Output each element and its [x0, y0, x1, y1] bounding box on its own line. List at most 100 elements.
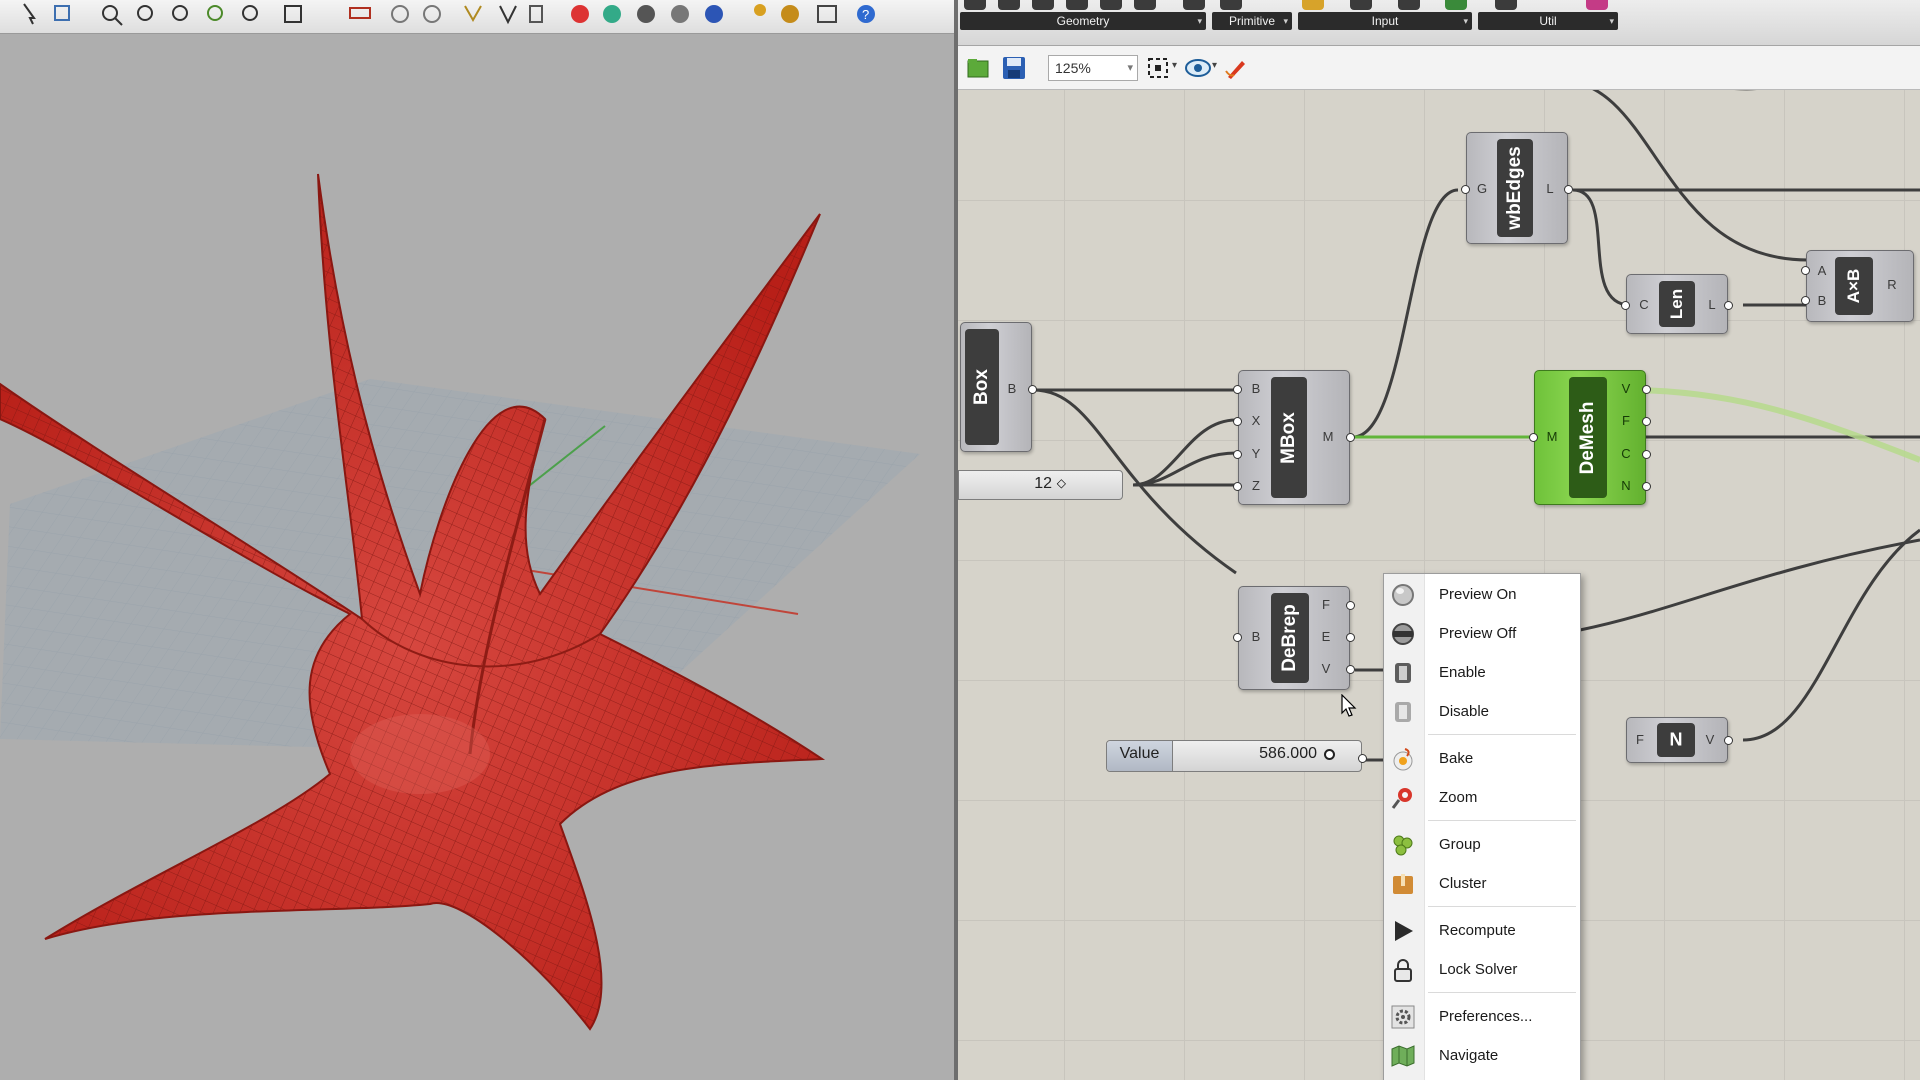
ribbon-component-icon[interactable] — [1100, 0, 1122, 10]
output-grip[interactable] — [1346, 665, 1355, 674]
multiplication-component[interactable]: A B A×B R — [1801, 250, 1914, 322]
menu-item-label: Group — [1439, 836, 1481, 853]
ribbon-tab-primitive[interactable]: Primitive ▾ — [1212, 12, 1292, 30]
input-grip[interactable] — [1801, 266, 1810, 275]
component-label: A×B — [1844, 268, 1863, 304]
input-grip[interactable] — [1233, 482, 1242, 491]
input-grip[interactable] — [1801, 296, 1810, 305]
n-component[interactable]: F N V — [1626, 717, 1733, 763]
ribbon-tab-input[interactable]: Input ▾ — [1298, 12, 1472, 30]
group-icon — [1393, 835, 1413, 856]
integer-slider[interactable]: 12 ◇ — [958, 470, 1123, 500]
port-label: E — [1321, 629, 1331, 644]
menu-item-preferences[interactable]: Preferences... — [1384, 998, 1582, 1034]
expand-icon[interactable]: ▾ — [1609, 12, 1614, 30]
port-label: R — [1887, 277, 1897, 292]
ribbon-component-icon[interactable] — [1066, 0, 1088, 10]
output-grip[interactable] — [1724, 736, 1733, 745]
component-ribbon: Geometry ▾ Primitive ▾ Input ▾ Util ▾ — [958, 0, 1920, 46]
output-grip[interactable] — [1564, 185, 1573, 194]
dropdown-arrow-icon[interactable]: ▾ — [1212, 60, 1217, 71]
save-icon[interactable] — [1000, 55, 1028, 81]
ribbon-component-icon[interactable] — [1445, 0, 1467, 10]
component-label: DeBrep — [1279, 604, 1300, 672]
ribbon-component-icon[interactable] — [1183, 0, 1205, 10]
port-label: F — [1636, 732, 1644, 747]
len-component[interactable]: C Len L — [1621, 274, 1733, 334]
menu-item-label: Preferences... — [1439, 1008, 1533, 1025]
ribbon-component-icon[interactable] — [964, 0, 986, 10]
ribbon-component-icon[interactable] — [1495, 0, 1517, 10]
cluster-icon — [1393, 874, 1413, 894]
preferences-icon — [1391, 1005, 1415, 1029]
expand-icon[interactable]: ▾ — [1197, 12, 1202, 30]
ribbon-component-icon[interactable] — [1220, 0, 1242, 10]
ribbon-tab-util[interactable]: Util ▾ — [1478, 12, 1618, 30]
input-grip[interactable] — [1233, 450, 1242, 459]
chevron-down-icon: ▾ — [1127, 62, 1133, 74]
dropdown-arrow-icon[interactable]: ▾ — [1172, 60, 1177, 71]
menu-item-navigate[interactable]: Navigate — [1384, 1037, 1582, 1073]
ribbon-component-icon[interactable] — [1586, 0, 1608, 10]
grasshopper-pane: Geometry ▾ Primitive ▾ Input ▾ Util ▾ 125% ▾ — [958, 0, 1920, 1080]
menu-item-label: Navigate — [1439, 1047, 1499, 1064]
menu-item-bake[interactable]: Bake — [1384, 740, 1582, 776]
grasshopper-canvas[interactable]: Box B 12 ◇ B X Y Z MBox M G wbEdges L C … — [958, 90, 1920, 1080]
output-grip[interactable] — [1724, 301, 1733, 310]
preview-eye-icon[interactable] — [1184, 55, 1212, 81]
port-label: V — [1621, 381, 1631, 396]
menu-item-group[interactable]: Group — [1384, 826, 1582, 862]
ribbon-component-icon[interactable] — [1350, 0, 1372, 10]
ribbon-tab-geometry[interactable]: Geometry ▾ — [960, 12, 1206, 30]
port-label: V — [1705, 732, 1715, 747]
output-grip[interactable] — [1358, 754, 1367, 763]
expand-icon[interactable]: ▾ — [1463, 12, 1468, 30]
ribbon-component-icon[interactable] — [1302, 0, 1324, 10]
menu-item-preview-on[interactable]: Preview On — [1384, 576, 1582, 612]
debrep-component[interactable]: B DeBrep F E V — [1233, 586, 1355, 690]
rhino-toolbar-icons[interactable]: ? — [0, 0, 954, 34]
zoom-extents-icon[interactable] — [1144, 55, 1172, 81]
output-grip[interactable] — [1642, 417, 1651, 426]
input-grip[interactable] — [1621, 301, 1630, 310]
input-grip[interactable] — [1233, 417, 1242, 426]
sketch-pen-icon[interactable] — [1222, 55, 1250, 81]
box-component[interactable]: Box B — [960, 322, 1037, 452]
ribbon-component-icon[interactable] — [1398, 0, 1420, 10]
number-slider[interactable]: Value 586.000 — [1106, 740, 1362, 772]
port-label: X — [1251, 413, 1261, 428]
output-grip[interactable] — [1346, 433, 1355, 442]
zoom-dropdown[interactable]: 125% ▾ — [1048, 55, 1138, 81]
output-grip[interactable] — [1642, 450, 1651, 459]
port-label: C — [1621, 446, 1631, 461]
expand-icon[interactable]: ▾ — [1283, 12, 1288, 30]
menu-item-lock-solver[interactable]: Lock Solver — [1384, 951, 1582, 987]
output-grip[interactable] — [1642, 482, 1651, 491]
menu-item-zoom[interactable]: Zoom — [1384, 779, 1582, 815]
ribbon-component-icon[interactable] — [1134, 0, 1156, 10]
menu-item-enable[interactable]: Enable — [1384, 654, 1582, 690]
menu-item-disable[interactable]: Disable — [1384, 693, 1582, 729]
output-grip[interactable] — [1028, 385, 1037, 394]
component-label: Len — [1667, 288, 1686, 320]
output-grip[interactable] — [1346, 633, 1355, 642]
input-grip[interactable] — [1529, 433, 1538, 442]
output-grip[interactable] — [1642, 385, 1651, 394]
input-grip[interactable] — [1461, 185, 1470, 194]
ribbon-component-icon[interactable] — [998, 0, 1020, 10]
demesh-component[interactable]: M DeMesh V F C N — [1529, 370, 1651, 505]
menu-item-preview-off[interactable]: Preview Off — [1384, 615, 1582, 651]
perspective-viewport[interactable] — [0, 34, 954, 1080]
menu-item-cluster[interactable]: Cluster — [1384, 865, 1582, 901]
wbedges-component[interactable]: G wbEdges L — [1461, 132, 1573, 244]
menu-item-label: Bake — [1439, 750, 1474, 767]
output-grip[interactable] — [1346, 601, 1355, 610]
slider-knob[interactable] — [1324, 749, 1335, 760]
mbox-component[interactable]: B X Y Z MBox M — [1233, 370, 1355, 505]
slider-diamond-icon[interactable]: ◇ — [1057, 476, 1066, 490]
input-grip[interactable] — [1233, 385, 1242, 394]
menu-item-recompute[interactable]: Recompute — [1384, 912, 1582, 948]
open-file-icon[interactable] — [964, 55, 992, 81]
ribbon-component-icon[interactable] — [1032, 0, 1054, 10]
input-grip[interactable] — [1233, 633, 1242, 642]
